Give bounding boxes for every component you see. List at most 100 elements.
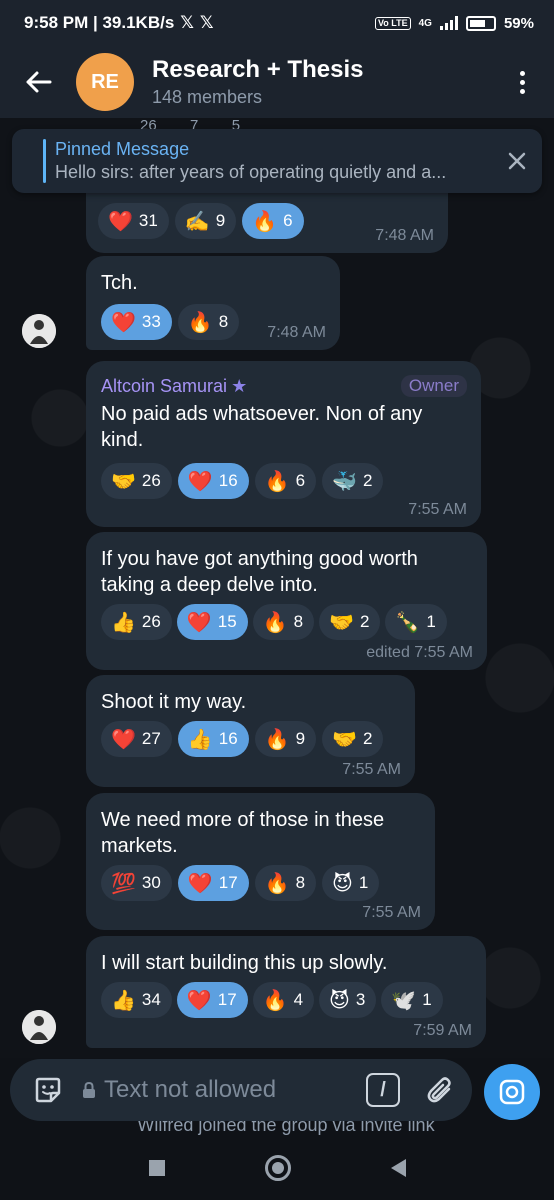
handshake-icon: 🤝 xyxy=(332,727,357,751)
reaction-count: 17 xyxy=(217,990,237,1009)
reaction-chip[interactable]: 🔥 6 xyxy=(242,203,304,239)
reaction-count: 27 xyxy=(141,729,161,748)
recents-button[interactable] xyxy=(148,1159,165,1176)
whale-icon: 🐳 xyxy=(332,469,357,493)
message-time: 7:55 AM xyxy=(362,904,421,921)
home-button[interactable] xyxy=(264,1154,291,1181)
reaction-count: 30 xyxy=(141,873,161,892)
status-bar: 9:58 PM | 39.1KB/s 𝕏 𝕏 Vo LTE 4G 59% xyxy=(0,0,554,46)
reaction-count: 34 xyxy=(141,990,161,1009)
reaction-chip[interactable]: 🍾 1 xyxy=(385,604,447,640)
reaction-chip[interactable]: 🔥 8 xyxy=(177,304,240,340)
reaction-chip[interactable]: 🐳 2 xyxy=(322,463,384,499)
reaction-chip[interactable]: ❤️ 17 xyxy=(176,982,248,1018)
reaction-chip[interactable]: ❤️ 17 xyxy=(177,865,249,901)
message-text: I will start building this up slowly. xyxy=(101,952,388,974)
message-bubble[interactable]: If you have got anything good worth taki… xyxy=(86,532,487,670)
sender-avatar[interactable] xyxy=(22,314,56,348)
message-bubble[interactable]: Shoot it my way. ❤️ 27 👍 16 🔥 9 🤝 2 7:55 AM xyxy=(86,675,415,787)
heart-icon: ❤️ xyxy=(186,610,212,634)
reaction-chip[interactable]: 😈 1 xyxy=(322,865,380,901)
message-input[interactable]: Text not allowed xyxy=(104,1076,366,1104)
reaction-chip[interactable]: 👍 26 xyxy=(101,604,172,640)
message-text: Shoot it my way. xyxy=(101,691,247,713)
reaction-chip[interactable]: 🔥 4 xyxy=(252,982,315,1018)
reaction-count: 2 xyxy=(362,471,373,490)
reaction-count: 1 xyxy=(426,612,436,631)
pinned-message-bar[interactable]: Pinned Message Hello sirs: after years o… xyxy=(12,129,542,193)
reaction-chip[interactable]: 👍 16 xyxy=(177,721,249,757)
reaction-count: 8 xyxy=(293,612,304,631)
reaction-count: 16 xyxy=(218,471,238,490)
chat-title: Research + Thesis xyxy=(152,56,364,83)
reaction-count: 33 xyxy=(141,312,161,331)
system-back-button[interactable] xyxy=(390,1158,406,1177)
message-bubble[interactable]: We need more of those in these markets. … xyxy=(86,793,435,930)
reaction-chip[interactable]: ❤️ 27 xyxy=(101,721,172,757)
reaction-chip[interactable]: 🕊️ 1 xyxy=(381,982,443,1018)
sticker-button[interactable] xyxy=(20,1059,76,1121)
role-badge: Owner xyxy=(400,375,467,397)
reaction-count: 1 xyxy=(358,873,369,892)
devil-icon: 😈 xyxy=(329,988,350,1012)
reactions-row: ❤️ 27 👍 16 🔥 9 🤝 2 xyxy=(101,721,401,757)
fire-icon: 🔥 xyxy=(187,310,213,334)
reaction-count: 2 xyxy=(362,729,373,748)
reaction-chip[interactable]: 🤝 2 xyxy=(322,721,384,757)
reaction-count: 9 xyxy=(215,211,226,230)
message-bubble[interactable]: Tch. ❤️ 33 🔥 8 7:48 AM xyxy=(86,256,340,350)
dot-icon xyxy=(519,70,525,76)
hundred-points-icon: 💯 xyxy=(111,871,136,895)
volte-icon: Vo LTE xyxy=(374,16,411,30)
reaction-chip[interactable]: 🔥 9 xyxy=(254,721,317,757)
reaction-chip[interactable]: ❤️ 16 xyxy=(177,463,249,499)
pinned-title: Pinned Message xyxy=(55,139,190,159)
samurai-avatar-icon xyxy=(22,314,56,348)
reaction-chip[interactable]: ✍️ 9 xyxy=(174,203,237,239)
reactions-row: 💯 30 ❤️ 17 🔥 8 😈 1 xyxy=(101,865,421,901)
network-type: 4G xyxy=(418,17,432,29)
message-bubble[interactable]: Altcoin Samurai ★ Owner No paid ads what… xyxy=(86,361,481,527)
reaction-count: 31 xyxy=(138,211,158,230)
handshake-icon: 🤝 xyxy=(329,610,354,634)
back-button[interactable] xyxy=(0,46,76,118)
sender-name[interactable]: Altcoin Samurai ★ xyxy=(101,376,247,397)
reaction-chip[interactable]: ❤️ 31 xyxy=(98,203,169,239)
attach-button[interactable] xyxy=(420,1059,460,1121)
chat-title-block[interactable]: Research + Thesis 148 members xyxy=(152,55,502,109)
camera-button[interactable] xyxy=(484,1064,540,1120)
message-time: 7:55 AM xyxy=(408,501,467,518)
reaction-chip[interactable]: 💯 30 xyxy=(101,865,172,901)
more-options-button[interactable] xyxy=(502,46,542,118)
sender-avatar[interactable] xyxy=(22,1010,56,1044)
x-app-icons: 𝕏 𝕏 xyxy=(180,13,214,33)
reaction-chip[interactable]: 🔥 8 xyxy=(252,604,315,640)
message-text: If you have got anything good worth taki… xyxy=(101,548,418,596)
heart-icon: ❤️ xyxy=(187,469,213,493)
reaction-chip[interactable]: ❤️ 33 xyxy=(101,304,172,340)
lock-icon xyxy=(83,1081,95,1098)
group-avatar[interactable]: RE xyxy=(76,53,134,111)
reaction-chip[interactable]: ❤️ 15 xyxy=(176,604,248,640)
reaction-chip[interactable]: 🔥 6 xyxy=(254,463,317,499)
thumbs-up-icon: 👍 xyxy=(187,727,213,751)
reaction-chip[interactable]: 🤝 26 xyxy=(101,463,172,499)
reaction-chip[interactable]: 🔥 8 xyxy=(254,865,317,901)
message-text: Tch. xyxy=(101,272,138,294)
bot-commands-button[interactable]: / xyxy=(366,1073,400,1107)
message-bubble[interactable]: I will start building this up slowly. 👍 3… xyxy=(86,936,486,1048)
samurai-avatar-icon xyxy=(22,1010,56,1044)
message-time: 7:48 AM xyxy=(375,227,434,244)
heart-icon: ❤️ xyxy=(186,988,212,1012)
reaction-count: 9 xyxy=(295,729,306,748)
reaction-chip[interactable]: 🤝 2 xyxy=(319,604,381,640)
reaction-count: 17 xyxy=(218,873,238,892)
dot-icon xyxy=(519,88,525,94)
message-text: We need more of those in these markets. xyxy=(101,809,385,857)
reaction-chip[interactable]: 😈 3 xyxy=(319,982,377,1018)
sticker-icon xyxy=(35,1077,61,1103)
close-pinned-button[interactable] xyxy=(492,129,542,193)
status-time: 9:58 PM | 39.1KB/s xyxy=(24,13,175,32)
reaction-chip[interactable]: 👍 34 xyxy=(101,982,172,1018)
message-time: edited 7:55 AM xyxy=(366,644,473,661)
